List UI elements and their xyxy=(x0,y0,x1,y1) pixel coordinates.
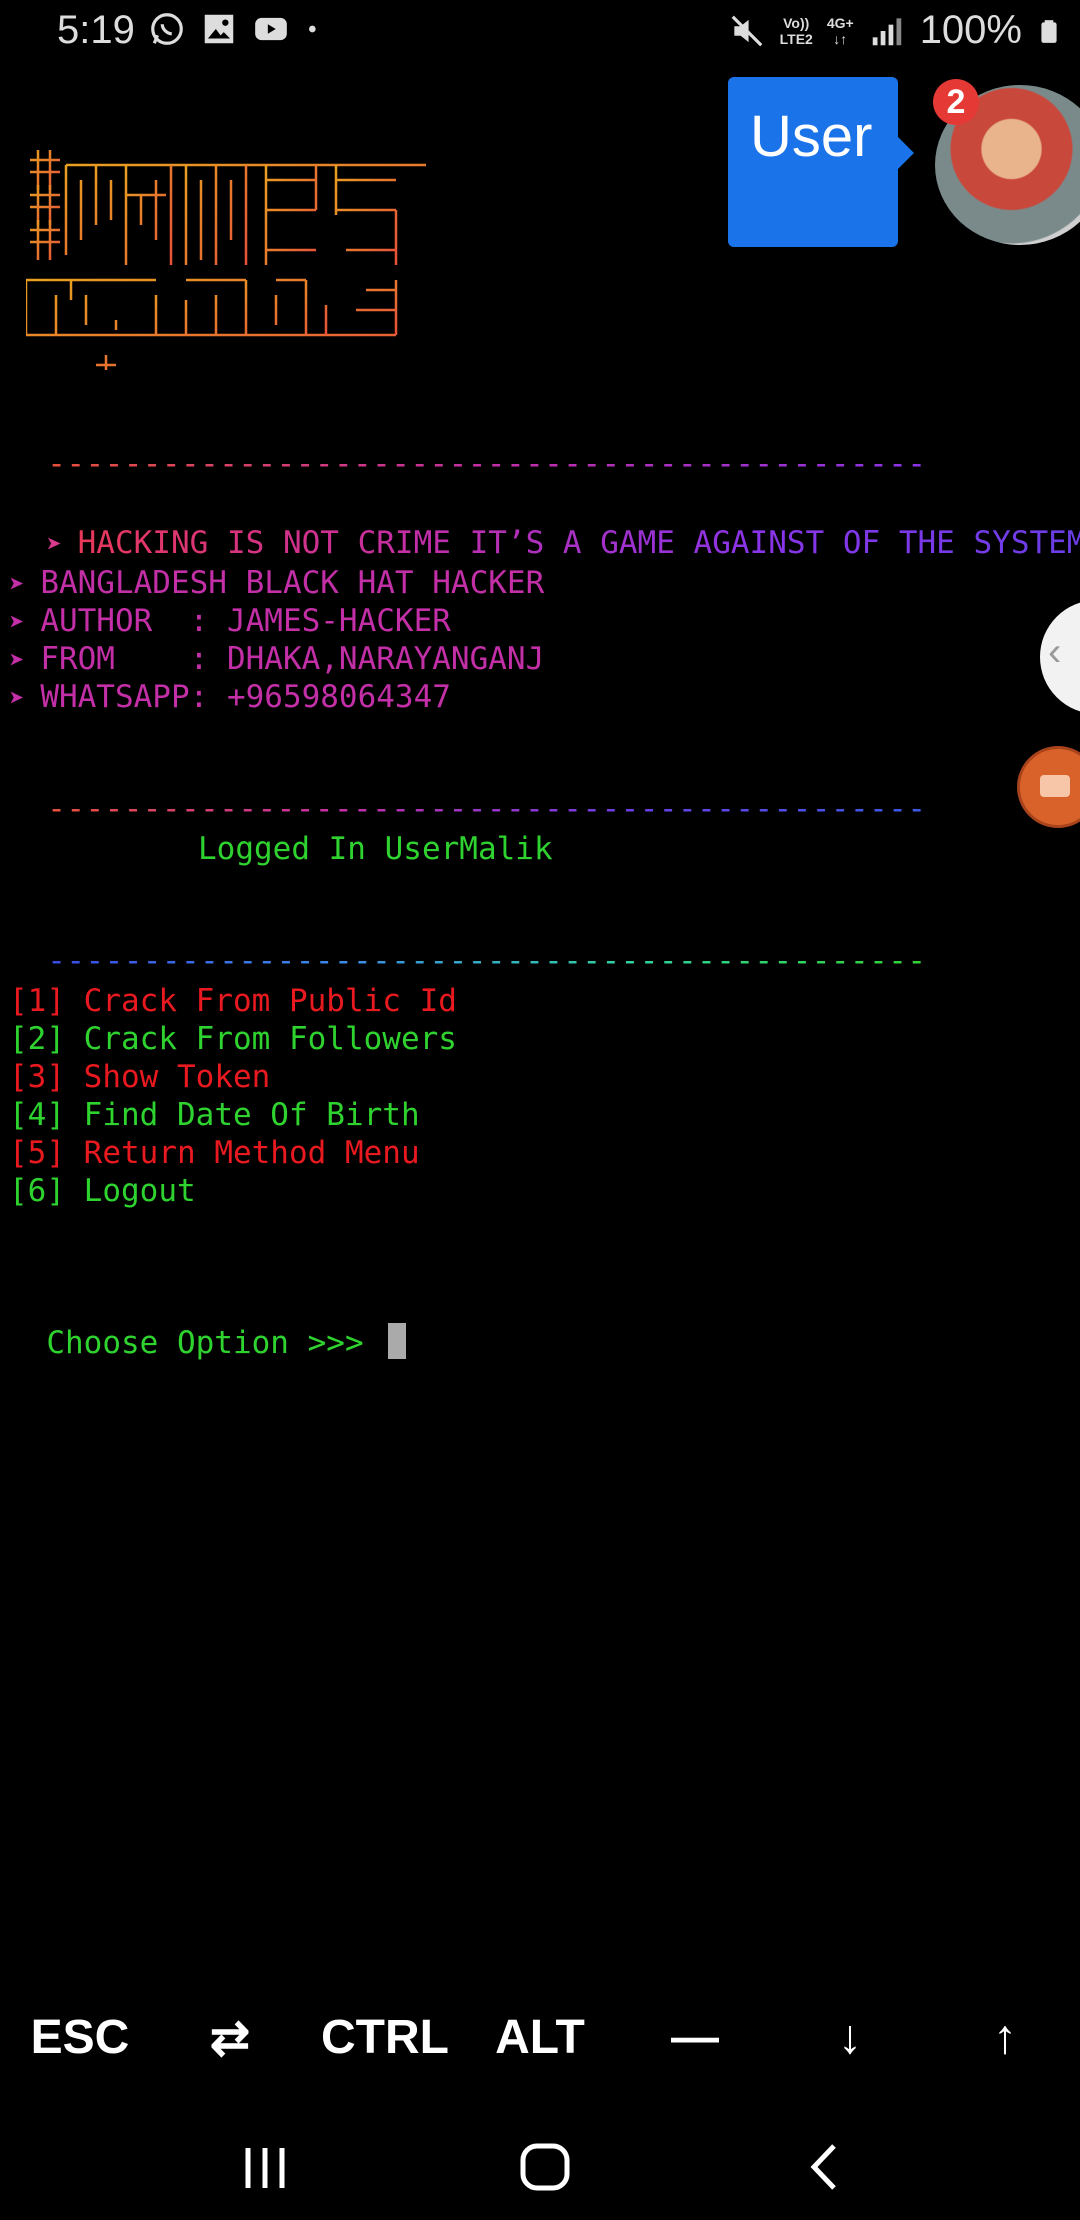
choose-option-prompt[interactable]: Choose Option >>> xyxy=(9,1287,407,1361)
volte-indicator: Vo)) LTE2 xyxy=(779,14,813,47)
esc-key[interactable]: ESC xyxy=(30,2010,130,2065)
down-arrow-key[interactable]: ↓ xyxy=(820,2010,880,2065)
tab-key[interactable]: ⇄ xyxy=(195,2010,265,2066)
divider-top: ----------------------------------------… xyxy=(47,446,927,482)
menu-option-5[interactable]: [5] Return Method Menu xyxy=(9,1135,420,1171)
youtube-icon xyxy=(255,17,287,41)
extra-keys-row: ESC ⇄ CTRL ALT — ↓ ↑ xyxy=(0,2010,1080,2080)
divider-bottom: ----------------------------------------… xyxy=(47,943,927,979)
info-line: ➤ FROM : DHAKA,NARAYANGANJ xyxy=(9,641,545,677)
battery-percent: 100% xyxy=(919,8,1022,52)
banner-line: ➤ HACKING IS NOT CRIME IT’S A GAME AGAIN… xyxy=(9,489,1080,561)
user-bubble[interactable]: User xyxy=(728,77,914,247)
whatsapp-icon xyxy=(151,13,183,45)
recent-apps-icon[interactable] xyxy=(230,2132,300,2202)
home-icon[interactable] xyxy=(510,2132,580,2202)
menu-option-1[interactable]: [1] Crack From Public Id xyxy=(9,983,457,1019)
back-icon[interactable] xyxy=(790,2132,860,2202)
arrow-right-icon: ➤ xyxy=(9,608,41,638)
video-camera-icon xyxy=(1040,775,1070,797)
gallery-icon xyxy=(204,14,234,44)
james-ascii-logo xyxy=(26,150,426,370)
status-time: 5:19 xyxy=(57,8,135,52)
info-line: ➤ BANGLADESH BLACK HAT HACKER xyxy=(9,565,545,601)
info-line: ➤ WHATSAPP: +96598064347 xyxy=(9,679,451,715)
battery-icon xyxy=(1041,19,1057,43)
terminal-cursor xyxy=(388,1323,407,1359)
dash-key[interactable]: — xyxy=(665,2010,725,2065)
mute-icon xyxy=(731,15,762,46)
edge-panel-handle[interactable]: ‹ xyxy=(1040,600,1080,714)
dot-icon xyxy=(309,25,316,33)
chevron-left-icon: ‹ xyxy=(1048,630,1062,674)
menu-option-4[interactable]: [4] Find Date Of Birth xyxy=(9,1097,420,1133)
ctrl-key[interactable]: CTRL xyxy=(320,2010,450,2065)
menu-option-2[interactable]: [2] Crack From Followers xyxy=(9,1021,457,1057)
system-icons: Vo)) LTE2 4G+ ↓↑ 100% xyxy=(728,8,1062,53)
network-type: 4G+ ↓↑ xyxy=(826,14,854,47)
status-bar: 5:19 Vo)) LTE2 4G+ ↓↑ 100% xyxy=(0,0,1080,70)
arrow-right-icon: ➤ xyxy=(9,570,41,600)
menu-option-6[interactable]: [6] Logout xyxy=(9,1173,196,1209)
arrow-right-icon: ➤ xyxy=(9,646,41,676)
notification-badge: 2 xyxy=(933,79,979,125)
menu-option-3[interactable]: [3] Show Token xyxy=(9,1059,270,1095)
alt-key[interactable]: ALT xyxy=(490,2010,590,2065)
arrow-right-icon: ➤ xyxy=(9,684,41,714)
up-arrow-key[interactable]: ↑ xyxy=(975,2010,1035,2065)
info-line: ➤ AUTHOR : JAMES-HACKER xyxy=(9,603,451,639)
navigation-bar xyxy=(0,2120,1080,2220)
screen-recorder-button[interactable] xyxy=(1017,746,1080,828)
logged-in-status: Logged In UserMalik xyxy=(198,831,553,867)
signal-icon xyxy=(872,17,901,45)
arrow-right-icon: ➤ xyxy=(46,530,78,560)
notification-icons xyxy=(148,10,324,48)
divider-middle: ----------------------------------------… xyxy=(47,791,927,827)
